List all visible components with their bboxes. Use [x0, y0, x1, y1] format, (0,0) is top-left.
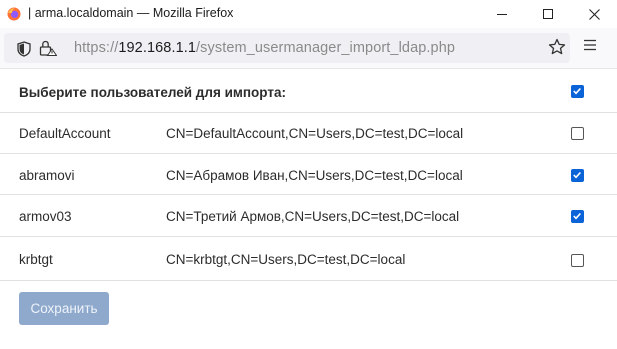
maximize-button[interactable]	[525, 0, 571, 28]
url-bar[interactable]: https://192.168.1.1/system_usermanager_i…	[4, 33, 570, 63]
table-row: krbtgt CN=krbtgt,CN=Users,DC=test,DC=loc…	[0, 236, 617, 281]
firefox-logo-icon	[7, 7, 21, 21]
close-window-button[interactable]	[571, 0, 617, 28]
select-all-checkbox[interactable]	[571, 85, 584, 98]
select-users-heading: Выберите пользователей для импорта:	[19, 85, 286, 100]
username-cell: krbtgt	[19, 252, 53, 267]
shield-icon[interactable]	[17, 41, 31, 57]
user-checkbox-abramovi[interactable]	[571, 169, 584, 182]
lock-warning-icon[interactable]	[39, 40, 57, 56]
window-titlebar: | arma.localdomain — Mozilla Firefox	[0, 0, 617, 28]
checkmark-icon	[573, 171, 581, 179]
checkmark-icon	[573, 87, 581, 95]
table-row: DefaultAccount CN=DefaultAccount,CN=User…	[0, 112, 617, 154]
select-all-row: Выберите пользователей для импорта:	[0, 69, 617, 113]
navigation-toolbar: https://192.168.1.1/system_usermanager_i…	[0, 28, 617, 68]
dn-cell: CN=DefaultAccount,CN=Users,DC=test,DC=lo…	[166, 126, 464, 141]
table-row: armov03 CN=Третий Армов,CN=Users,DC=test…	[0, 194, 617, 237]
window-title: | arma.localdomain — Mozilla Firefox	[28, 6, 234, 20]
table-row: abramovi CN=Абрамов Иван,CN=Users,DC=tes…	[0, 153, 617, 195]
bookmark-star-icon[interactable]	[548, 38, 566, 56]
user-checkbox-defaultaccount[interactable]	[571, 127, 584, 140]
dn-cell: CN=krbtgt,CN=Users,DC=test,DC=local	[166, 252, 406, 267]
dn-cell: CN=Абрамов Иван,CN=Users,DC=test,DC=loca…	[166, 168, 463, 183]
checkmark-icon	[573, 212, 581, 220]
url-path: /system_usermanager_import_ldap.php	[196, 40, 456, 56]
url-host: 192.168.1.1	[118, 40, 197, 56]
save-button[interactable]: Сохранить	[19, 292, 109, 325]
maximize-icon	[543, 9, 553, 19]
url-text[interactable]: https://192.168.1.1/system_usermanager_i…	[74, 40, 455, 56]
username-cell: DefaultAccount	[19, 126, 111, 141]
username-cell: abramovi	[19, 168, 75, 183]
minimize-icon	[497, 14, 507, 15]
close-icon	[588, 8, 600, 20]
dn-cell: CN=Третий Армов,CN=Users,DC=test,DC=loca…	[166, 209, 460, 224]
user-checkbox-krbtgt[interactable]	[571, 254, 584, 267]
page-content: Выберите пользователей для импорта: Defa…	[0, 68, 617, 349]
hamburger-menu-icon[interactable]	[583, 39, 597, 51]
url-prefix: https://	[74, 40, 119, 56]
user-checkbox-armov03[interactable]	[571, 210, 584, 223]
username-cell: armov03	[19, 209, 72, 224]
minimize-button[interactable]	[479, 0, 525, 28]
